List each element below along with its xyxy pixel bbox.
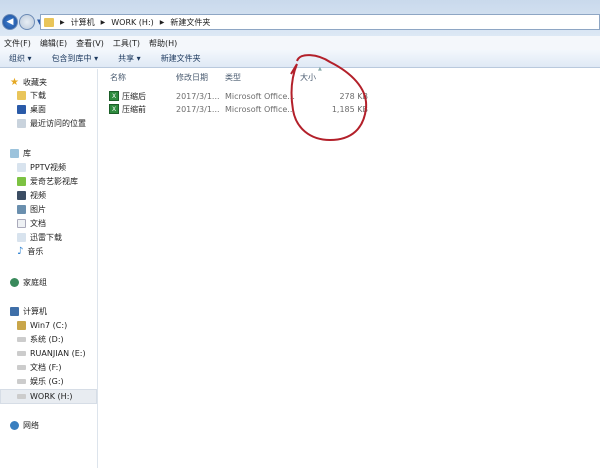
red-circle-annotation (290, 54, 368, 142)
